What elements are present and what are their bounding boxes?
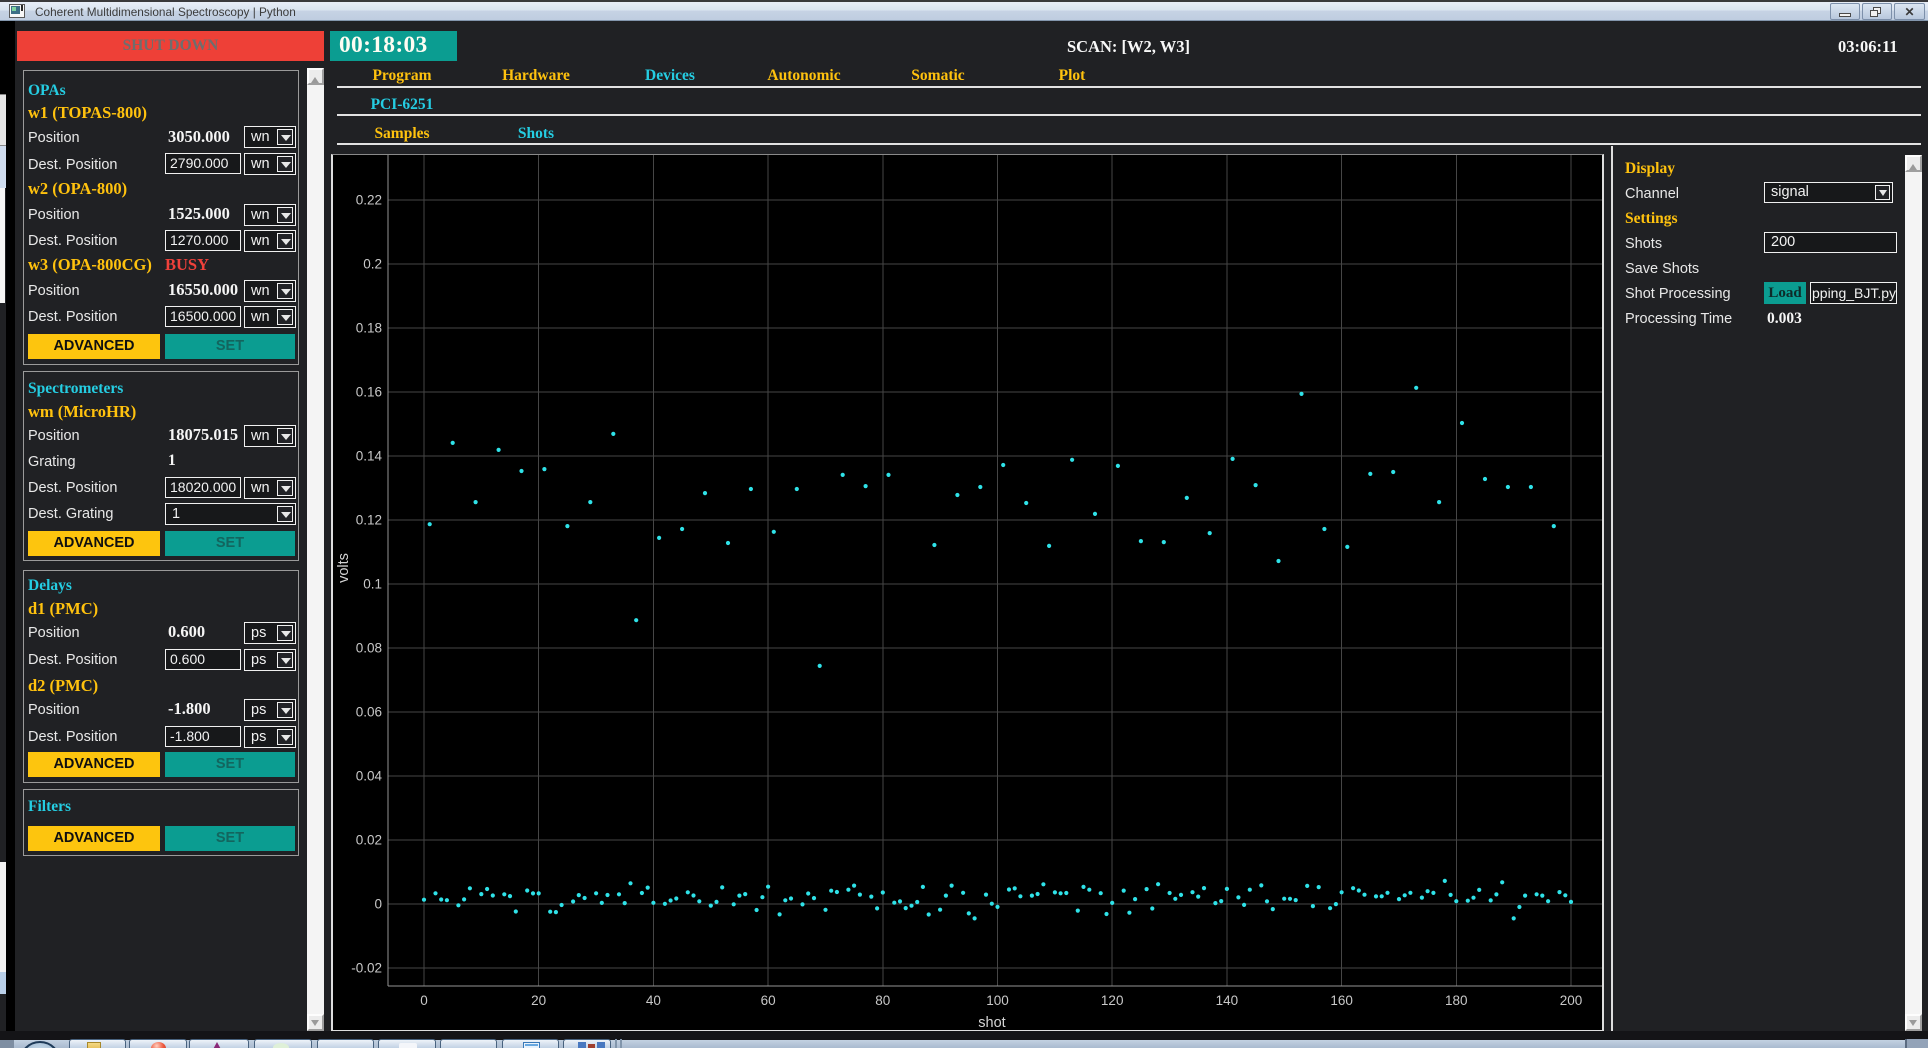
svg-text:140: 140 <box>1216 993 1239 1008</box>
svg-text:60: 60 <box>761 993 776 1008</box>
svg-text:0.08: 0.08 <box>356 641 382 656</box>
svg-text:20: 20 <box>531 993 546 1008</box>
svg-text:volts: volts <box>336 553 352 583</box>
svg-text:0: 0 <box>420 993 428 1008</box>
svg-text:120: 120 <box>1101 993 1124 1008</box>
svg-text:0.02: 0.02 <box>356 833 382 848</box>
svg-text:-0.02: -0.02 <box>351 961 382 976</box>
svg-text:0.04: 0.04 <box>356 769 383 784</box>
svg-text:180: 180 <box>1445 993 1468 1008</box>
svg-text:0.16: 0.16 <box>356 385 382 400</box>
svg-text:200: 200 <box>1560 993 1583 1008</box>
svg-text:0.2: 0.2 <box>363 257 382 272</box>
svg-text:0: 0 <box>374 897 382 912</box>
svg-text:0.12: 0.12 <box>356 513 382 528</box>
svg-text:160: 160 <box>1330 993 1353 1008</box>
svg-text:0.22: 0.22 <box>356 193 382 208</box>
svg-text:100: 100 <box>986 993 1009 1008</box>
svg-text:0.14: 0.14 <box>356 449 383 464</box>
svg-text:shot: shot <box>978 1015 1005 1031</box>
svg-text:40: 40 <box>646 993 661 1008</box>
svg-text:0.1: 0.1 <box>363 577 382 592</box>
svg-text:80: 80 <box>875 993 890 1008</box>
svg-text:0.06: 0.06 <box>356 705 382 720</box>
svg-text:0.18: 0.18 <box>356 321 382 336</box>
